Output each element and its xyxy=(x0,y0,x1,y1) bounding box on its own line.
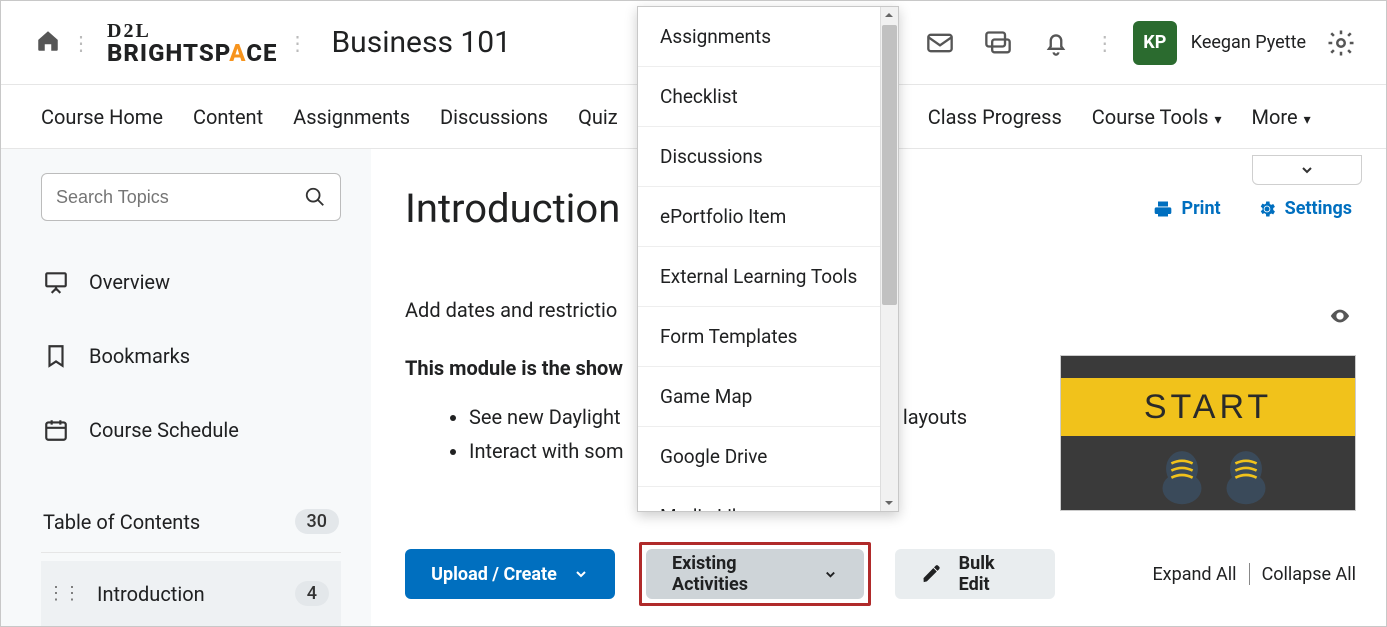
grip-icon: ⋮⋮ xyxy=(47,583,79,604)
menu-item-external-tools[interactable]: External Learning Tools xyxy=(638,247,898,307)
course-title[interactable]: Business 101 xyxy=(331,25,510,60)
nav-discussions[interactable]: Discussions xyxy=(440,105,548,129)
search-icon xyxy=(304,186,326,208)
sidebar-label: Course Schedule xyxy=(89,418,239,442)
brightspace-logo[interactable]: D2L BRIGHTSPACE xyxy=(107,21,277,65)
sidebar-bookmarks[interactable]: Bookmarks xyxy=(41,323,341,389)
print-button[interactable]: Print xyxy=(1153,198,1220,219)
logo-top: D2L xyxy=(107,21,151,41)
nav-assignments[interactable]: Assignments xyxy=(293,105,410,129)
collapse-all-button[interactable]: Collapse All xyxy=(1262,564,1356,585)
drag-handle-icon xyxy=(277,31,317,55)
sidebar-module-introduction[interactable]: ⋮⋮ Introduction 4 xyxy=(41,561,341,626)
menu-item-assignments[interactable]: Assignments xyxy=(638,7,898,67)
toc-count-badge: 30 xyxy=(295,509,339,534)
chat-icon[interactable] xyxy=(983,28,1013,58)
menu-item-checklist[interactable]: Checklist xyxy=(638,67,898,127)
menu-item-form-templates[interactable]: Form Templates xyxy=(638,307,898,367)
gear-icon[interactable] xyxy=(1326,28,1356,58)
module-label: Introduction xyxy=(97,582,205,606)
collapse-panel-button[interactable] xyxy=(1252,155,1362,185)
menu-item-eportfolio[interactable]: ePortfolio Item xyxy=(638,187,898,247)
shoe-icon xyxy=(1153,444,1211,506)
calendar-icon xyxy=(43,417,69,443)
content-sidebar: Overview Bookmarks Course Schedule Table… xyxy=(1,149,371,626)
upload-create-button[interactable]: Upload / Create xyxy=(405,549,615,599)
module-actions: Upload / Create Existing Activities Bulk… xyxy=(405,542,1356,606)
sidebar-toc[interactable]: Table of Contents 30 xyxy=(41,491,341,553)
nav-content[interactable]: Content xyxy=(193,105,263,129)
chevron-down-icon xyxy=(573,566,589,582)
menu-item-media-library[interactable]: Media Library xyxy=(638,487,898,511)
nav-course-home[interactable]: Course Home xyxy=(41,105,163,129)
visibility-icon[interactable] xyxy=(1328,305,1352,331)
module-count-badge: 4 xyxy=(295,581,329,606)
start-stripe: START xyxy=(1061,378,1355,436)
menu-item-game-map[interactable]: Game Map xyxy=(638,367,898,427)
scrollbar-thumb[interactable] xyxy=(882,25,897,305)
sidebar-label: Bookmarks xyxy=(89,344,190,368)
shoe-icon xyxy=(1217,444,1275,506)
expand-all-button[interactable]: Expand All xyxy=(1152,564,1236,585)
sidebar-overview[interactable]: Overview xyxy=(41,249,341,315)
drag-handle-icon xyxy=(1085,31,1125,55)
menu-item-discussions[interactable]: Discussions xyxy=(638,127,898,187)
gear-icon xyxy=(1257,199,1277,219)
module-banner-image: START xyxy=(1060,355,1356,511)
pencil-icon xyxy=(921,563,943,585)
menu-item-google-drive[interactable]: Google Drive xyxy=(638,427,898,487)
print-icon xyxy=(1153,199,1173,219)
module-title: Introduction xyxy=(405,185,620,232)
existing-activities-highlight: Existing Activities xyxy=(639,542,871,606)
existing-activities-menu: Assignments Checklist Discussions ePortf… xyxy=(637,6,899,512)
logo-bottom: BRIGHTSPACE xyxy=(107,41,277,65)
mail-icon[interactable] xyxy=(925,28,955,58)
nav-more[interactable]: More▾ xyxy=(1252,105,1311,129)
dropdown-scrollbar[interactable] xyxy=(880,7,898,511)
bookmark-icon xyxy=(43,343,69,369)
scroll-down-icon[interactable] xyxy=(883,497,895,509)
presentation-icon xyxy=(43,269,69,295)
bulk-edit-button[interactable]: Bulk Edit xyxy=(895,549,1055,599)
nav-course-tools[interactable]: Course Tools▾ xyxy=(1092,105,1222,129)
home-icon[interactable] xyxy=(35,28,61,58)
bell-icon[interactable] xyxy=(1041,28,1071,58)
scroll-up-icon[interactable] xyxy=(883,9,895,21)
user-name[interactable]: Keegan Pyette xyxy=(1191,32,1306,53)
nav-quiz[interactable]: Quiz xyxy=(578,105,618,129)
drag-handle-icon xyxy=(61,31,101,55)
nav-class-progress[interactable]: Class Progress xyxy=(928,105,1062,129)
settings-button[interactable]: Settings xyxy=(1257,198,1352,219)
sidebar-schedule[interactable]: Course Schedule xyxy=(41,397,341,463)
sidebar-label: Overview xyxy=(89,270,170,294)
separator xyxy=(1249,563,1250,585)
existing-activities-button[interactable]: Existing Activities xyxy=(646,549,864,599)
chevron-down-icon xyxy=(823,566,838,582)
search-topics[interactable] xyxy=(41,173,341,221)
toc-label: Table of Contents xyxy=(43,510,200,534)
search-input[interactable] xyxy=(56,187,304,208)
avatar[interactable]: KP xyxy=(1133,21,1177,65)
